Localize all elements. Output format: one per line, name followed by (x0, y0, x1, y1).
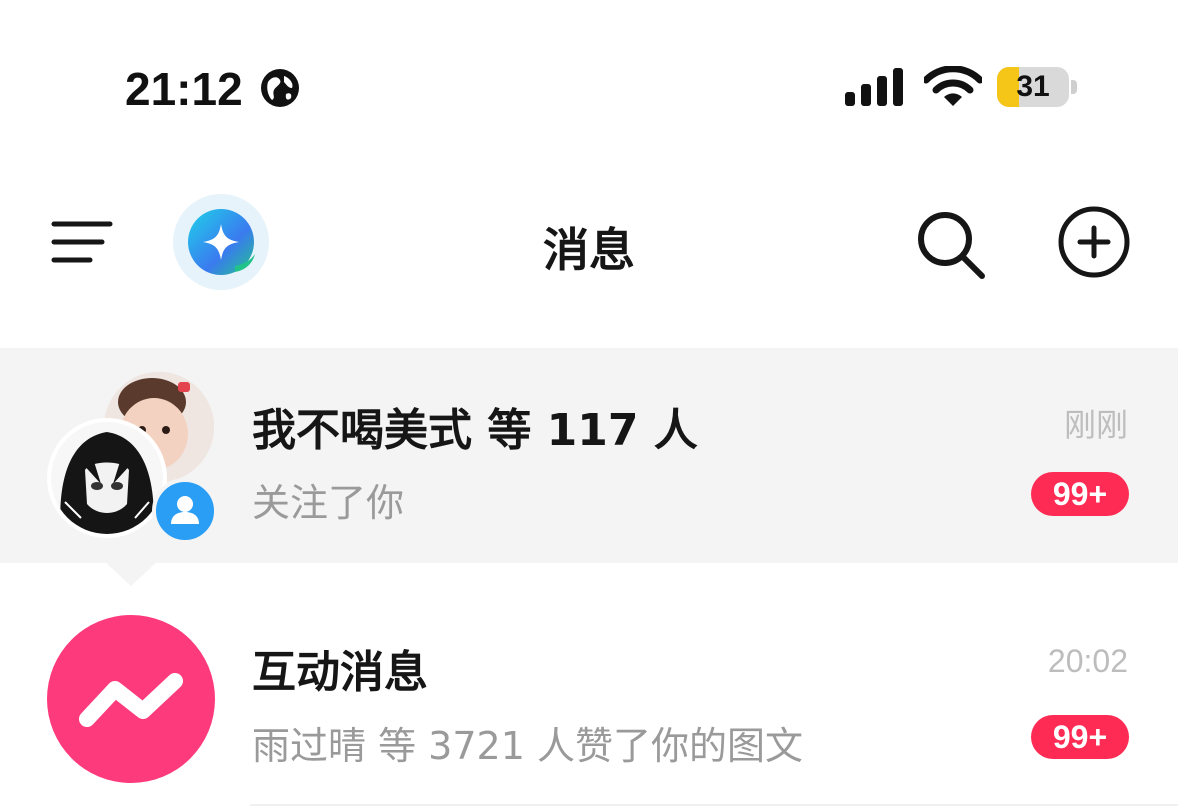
ai-assistant-button[interactable] (173, 194, 269, 290)
search-icon[interactable] (914, 208, 988, 282)
battery-icon: 31 (997, 67, 1069, 107)
conversation-subtitle: 关注了你 (252, 481, 405, 525)
row-pointer (103, 560, 159, 586)
wifi-icon (924, 66, 982, 106)
status-time: 21:12 (125, 63, 243, 115)
ai-assistant-icon (188, 209, 255, 275)
battery-percentage: 31 (1016, 70, 1050, 103)
conversation-time: 刚刚 (1063, 407, 1128, 443)
conversation-title: 我不喝美式 等 117 人 (252, 405, 698, 456)
interaction-icon (47, 615, 215, 783)
signal-icon (845, 68, 903, 106)
page-title: 消息 (543, 223, 635, 277)
avatar-anime (47, 418, 167, 538)
conversation-title: 互动消息 (252, 647, 428, 698)
conversation-time: 20:02 (1047, 643, 1128, 679)
menu-icon[interactable] (50, 218, 114, 266)
conversation-subtitle: 雨过晴 等 3721 人赞了你的图文 (252, 724, 803, 768)
unread-badge: 99+ (1031, 715, 1129, 759)
follow-user-icon (152, 478, 218, 544)
unread-badge: 99+ (1031, 472, 1129, 516)
battery-cap (1071, 80, 1077, 94)
add-icon[interactable] (1056, 204, 1132, 280)
divider (250, 804, 1178, 806)
globe-icon (261, 69, 299, 107)
